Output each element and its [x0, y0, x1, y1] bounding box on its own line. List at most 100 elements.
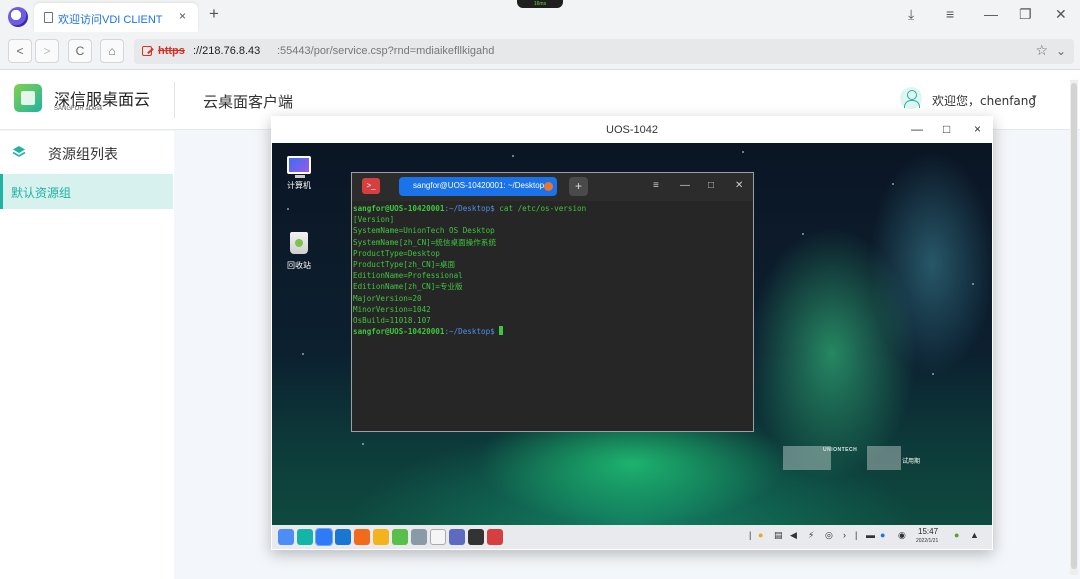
terminal-minimize-button[interactable]: —: [680, 180, 690, 191]
terminal-maximize-button[interactable]: □: [708, 180, 714, 191]
mail-icon[interactable]: [373, 529, 389, 545]
terminal-icon[interactable]: [487, 529, 503, 545]
tab-close-icon[interactable]: ×: [179, 9, 186, 23]
terminal-tab[interactable]: sangfor@UOS-10420001: ~/Desktop: [399, 177, 557, 196]
sidebar-item-default-group[interactable]: 默认资源组: [0, 174, 173, 209]
sangfor-logo-icon: [14, 84, 42, 112]
vm-window-title: UOS-1042: [606, 124, 658, 136]
store-icon[interactable]: [354, 529, 370, 545]
tray-expand-icon[interactable]: ›: [843, 530, 846, 540]
launcher-icon[interactable]: [278, 529, 294, 545]
terminal-output-line: EditionName[zh_CN]=专业版: [353, 282, 463, 292]
vm-maximize-button[interactable]: □: [943, 122, 950, 136]
bluetooth-icon[interactable]: ◎: [825, 530, 833, 541]
scrollbar-thumb[interactable]: [1071, 83, 1077, 569]
terminal-output-line: OsBuild=11018.107: [353, 316, 431, 326]
terminal-titlebar[interactable]: >_ sangfor@UOS-10420001: ~/Desktop + ≡ —…: [352, 173, 753, 201]
command-output: [Version] SystemName=UnionTech OS Desktop…: [353, 214, 586, 326]
terminal-close-button[interactable]: ✕: [735, 180, 743, 191]
user-avatar-icon[interactable]: [900, 87, 922, 109]
browser-tab-active[interactable]: 欢迎访问VDI CLIENT ×: [34, 3, 198, 32]
watermark-block: [867, 446, 901, 470]
text-cursor: [499, 326, 504, 336]
insecure-lock-icon[interactable]: [142, 46, 152, 56]
terminal-window[interactable]: >_ sangfor@UOS-10420001: ~/Desktop + ≡ —…: [351, 172, 754, 432]
browser-tabbar: 欢迎访问VDI CLIENT × + 16ms ⤓ ≡ — ❐ ✕: [0, 0, 1080, 32]
user-dropdown-icon[interactable]: ▾: [1032, 92, 1037, 103]
terminal-output-line: [Version]: [353, 215, 395, 225]
page-title: 云桌面客户端: [203, 93, 294, 111]
power-icon[interactable]: ●: [758, 530, 763, 540]
new-tab-button[interactable]: +: [209, 4, 219, 24]
star: [362, 443, 364, 445]
terminal-output-line: EditionName=Professional: [353, 271, 463, 281]
latency-indicator: 16ms: [517, 0, 563, 8]
bookmark-star-icon[interactable]: ☆: [1035, 42, 1048, 59]
terminal-app-icon: >_: [362, 178, 380, 194]
desktop-icon-computer[interactable]: 计算机: [279, 156, 319, 191]
terminal-prompt-line: sangfor@UOS-10420001:~/Desktop$: [353, 326, 586, 337]
vm-window: UOS-1042 — □ × 计算机 回收站 UNIONTECH 试用期 >_ …: [271, 116, 993, 550]
multitask-icon[interactable]: [297, 529, 313, 545]
url-path: :55443/por/service.csp?rnd=mdiaikefllkig…: [277, 45, 495, 57]
computer-icon: [287, 156, 311, 178]
home-button[interactable]: ⌂: [100, 39, 124, 63]
reload-button[interactable]: C: [68, 39, 92, 63]
download-icon[interactable]: ⤓: [908, 6, 914, 23]
keyboard-icon[interactable]: ▤: [774, 530, 783, 541]
uniontech-watermark: UNIONTECH 试用期: [783, 446, 943, 470]
browser-tray-icon[interactable]: ●: [880, 530, 885, 540]
terminal-tab-close-icon[interactable]: [544, 182, 553, 191]
music-icon[interactable]: [392, 529, 408, 545]
url-host: ://218.76.8.43: [193, 45, 261, 57]
terminal-menu-icon[interactable]: ≡: [653, 180, 659, 191]
terminal-output-line: MajorVersion=20: [353, 293, 422, 303]
address-bar[interactable]: https ://218.76.8.43 :55443/por/service.…: [134, 39, 1074, 64]
prompt-user: sangfor@UOS-10420001: [353, 327, 445, 337]
file-manager-icon[interactable]: [315, 528, 333, 546]
terminal-new-tab-button[interactable]: +: [569, 177, 588, 196]
clock-time[interactable]: 15:47: [918, 527, 938, 536]
remote-desktop[interactable]: 计算机 回收站 UNIONTECH 试用期 >_ sangfor@UOS-104…: [272, 143, 992, 525]
desktop-icon-trash[interactable]: 回收站: [279, 232, 319, 271]
calendar-icon[interactable]: [430, 529, 446, 545]
window-minimize-button[interactable]: —: [984, 6, 998, 22]
command-text: cat /etc/os-version: [494, 204, 587, 213]
terminal-tab-title: sangfor@UOS-10420001: ~/Desktop: [413, 181, 545, 190]
sidebar: 资源组列表 默认资源组: [0, 131, 174, 579]
screenshot-icon[interactable]: ▬: [866, 530, 875, 540]
terminal-output-line: SystemName[zh_CN]=统信桌面操作系统: [353, 237, 497, 247]
chevron-down-icon[interactable]: ⌄: [1056, 44, 1066, 58]
window-restore-button[interactable]: ❐: [1019, 6, 1032, 23]
browser-icon[interactable]: [335, 529, 351, 545]
terminal-output[interactable]: sangfor@UOS-10420001:~/Desktop$ cat /etc…: [353, 203, 586, 337]
star: [287, 208, 289, 210]
status-icon[interactable]: ●: [954, 530, 959, 540]
trash-icon: [290, 232, 308, 254]
back-button[interactable]: <: [8, 39, 32, 63]
url-scheme: https: [158, 45, 185, 57]
notes-icon[interactable]: [411, 529, 427, 545]
settings-icon[interactable]: [449, 529, 465, 545]
brand-subtitle: SANGFOR aDesk: [54, 106, 103, 112]
volume-icon[interactable]: ◀: [790, 530, 797, 541]
document-icon: [44, 12, 53, 23]
vm-close-button[interactable]: ×: [974, 122, 981, 136]
terminal-command-line: sangfor@UOS-10420001:~/Desktop$ cat /etc…: [353, 203, 586, 214]
star: [302, 353, 304, 355]
taskbar-divider: |: [855, 530, 858, 540]
clock-icon[interactable]: ◉: [898, 530, 906, 541]
forward-button[interactable]: >: [35, 39, 59, 63]
watermark-brand: UNIONTECH: [823, 447, 858, 453]
video-icon[interactable]: [468, 529, 484, 545]
window-close-button[interactable]: ✕: [1055, 6, 1067, 23]
browser-navbar: < > C ⌂ https ://218.76.8.43 :55443/por/…: [0, 32, 1080, 70]
vm-minimize-button[interactable]: —: [911, 122, 923, 136]
clock-date[interactable]: 2022/1/21: [916, 538, 938, 544]
star: [892, 183, 894, 185]
network-icon[interactable]: ⚡: [808, 530, 814, 541]
prompt-user: sangfor@UOS-10420001: [353, 204, 445, 213]
notification-bell-icon[interactable]: ▲: [970, 530, 979, 540]
browser-menu-icon[interactable]: ≡: [946, 6, 954, 22]
user-welcome[interactable]: 欢迎您，chenfang: [932, 92, 1036, 109]
